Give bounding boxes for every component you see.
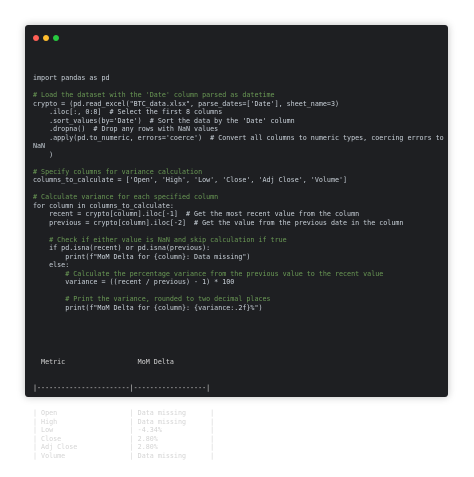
- code-line: .dropna() # Drop any rows with NaN value…: [33, 125, 219, 133]
- table-row: | Open | Data missing |: [33, 409, 215, 417]
- code-line: variance = ((recent / previous) - 1) * 1…: [33, 278, 235, 286]
- code-line: # Calculate the percentage variance from…: [33, 269, 384, 278]
- code-line: .sort_values(by='Date') # Sort the data …: [33, 116, 295, 125]
- code-block: import pandas as pd # Load the dataset wi…: [33, 74, 444, 312]
- table-row: | Close | 2.80% |: [33, 434, 215, 443]
- window-controls: [33, 35, 59, 41]
- code-line: .apply(pd.to_numeric, errors='coerce') #…: [33, 133, 444, 142]
- code-line: # Print the variance, rounded to two dec…: [33, 295, 271, 303]
- table-row: | Low | -4.34% |: [33, 426, 215, 434]
- minimize-dot[interactable]: [43, 35, 49, 41]
- table-row: | Volume | Data missing |: [33, 451, 215, 460]
- code-line: else:: [33, 261, 70, 269]
- code-line: if pd.isna(recent) or pd.isna(previous):: [33, 244, 211, 252]
- code-line: for column in columns_to_calculate:: [33, 201, 174, 210]
- code-line: # Calculate variance for each specified …: [33, 193, 219, 201]
- code-line: crypto = (pd.read_excel("BTC_data.xlsx",…: [33, 99, 339, 108]
- maximize-dot[interactable]: [53, 35, 59, 41]
- output-table: Metric MoM Delta |----------------------…: [33, 341, 214, 477]
- code-line: print(f"MoM Delta for {column}: {varianc…: [33, 303, 263, 312]
- code-line: NaN: [33, 142, 46, 150]
- table-row: | High | Data missing |: [33, 417, 215, 426]
- table-row: | Adj Close | 2.80% |: [33, 443, 215, 451]
- code-line: ): [33, 150, 54, 159]
- code-window: import pandas as pd # Load the dataset wi…: [25, 25, 448, 460]
- code-line: # Specify columns for variance calculati…: [33, 167, 203, 176]
- code-line: import pandas as pd: [33, 74, 110, 82]
- code-line: previous = crypto[column].iloc[-2] # Get…: [33, 218, 404, 227]
- table-header: Metric MoM Delta: [33, 358, 174, 366]
- code-line: recent = crypto[column].iloc[-1] # Get t…: [33, 210, 360, 218]
- code-line: # Load the dataset with the 'Date' colum…: [33, 91, 275, 99]
- table-rule: |-----------------------|---------------…: [33, 383, 211, 392]
- code-line: columns_to_calculate = ['Open', 'High', …: [33, 176, 348, 184]
- table-rows: | Open | Data missing | | High | Data mis…: [33, 409, 214, 460]
- code-line: # Check if either value is NaN and skip …: [33, 235, 287, 244]
- close-dot[interactable]: [33, 35, 39, 41]
- code-line: .iloc[:, 0:8] # Select the first 8 colum…: [33, 108, 223, 116]
- code-line: print(f"MoM Delta for {column}: Data mis…: [33, 252, 251, 261]
